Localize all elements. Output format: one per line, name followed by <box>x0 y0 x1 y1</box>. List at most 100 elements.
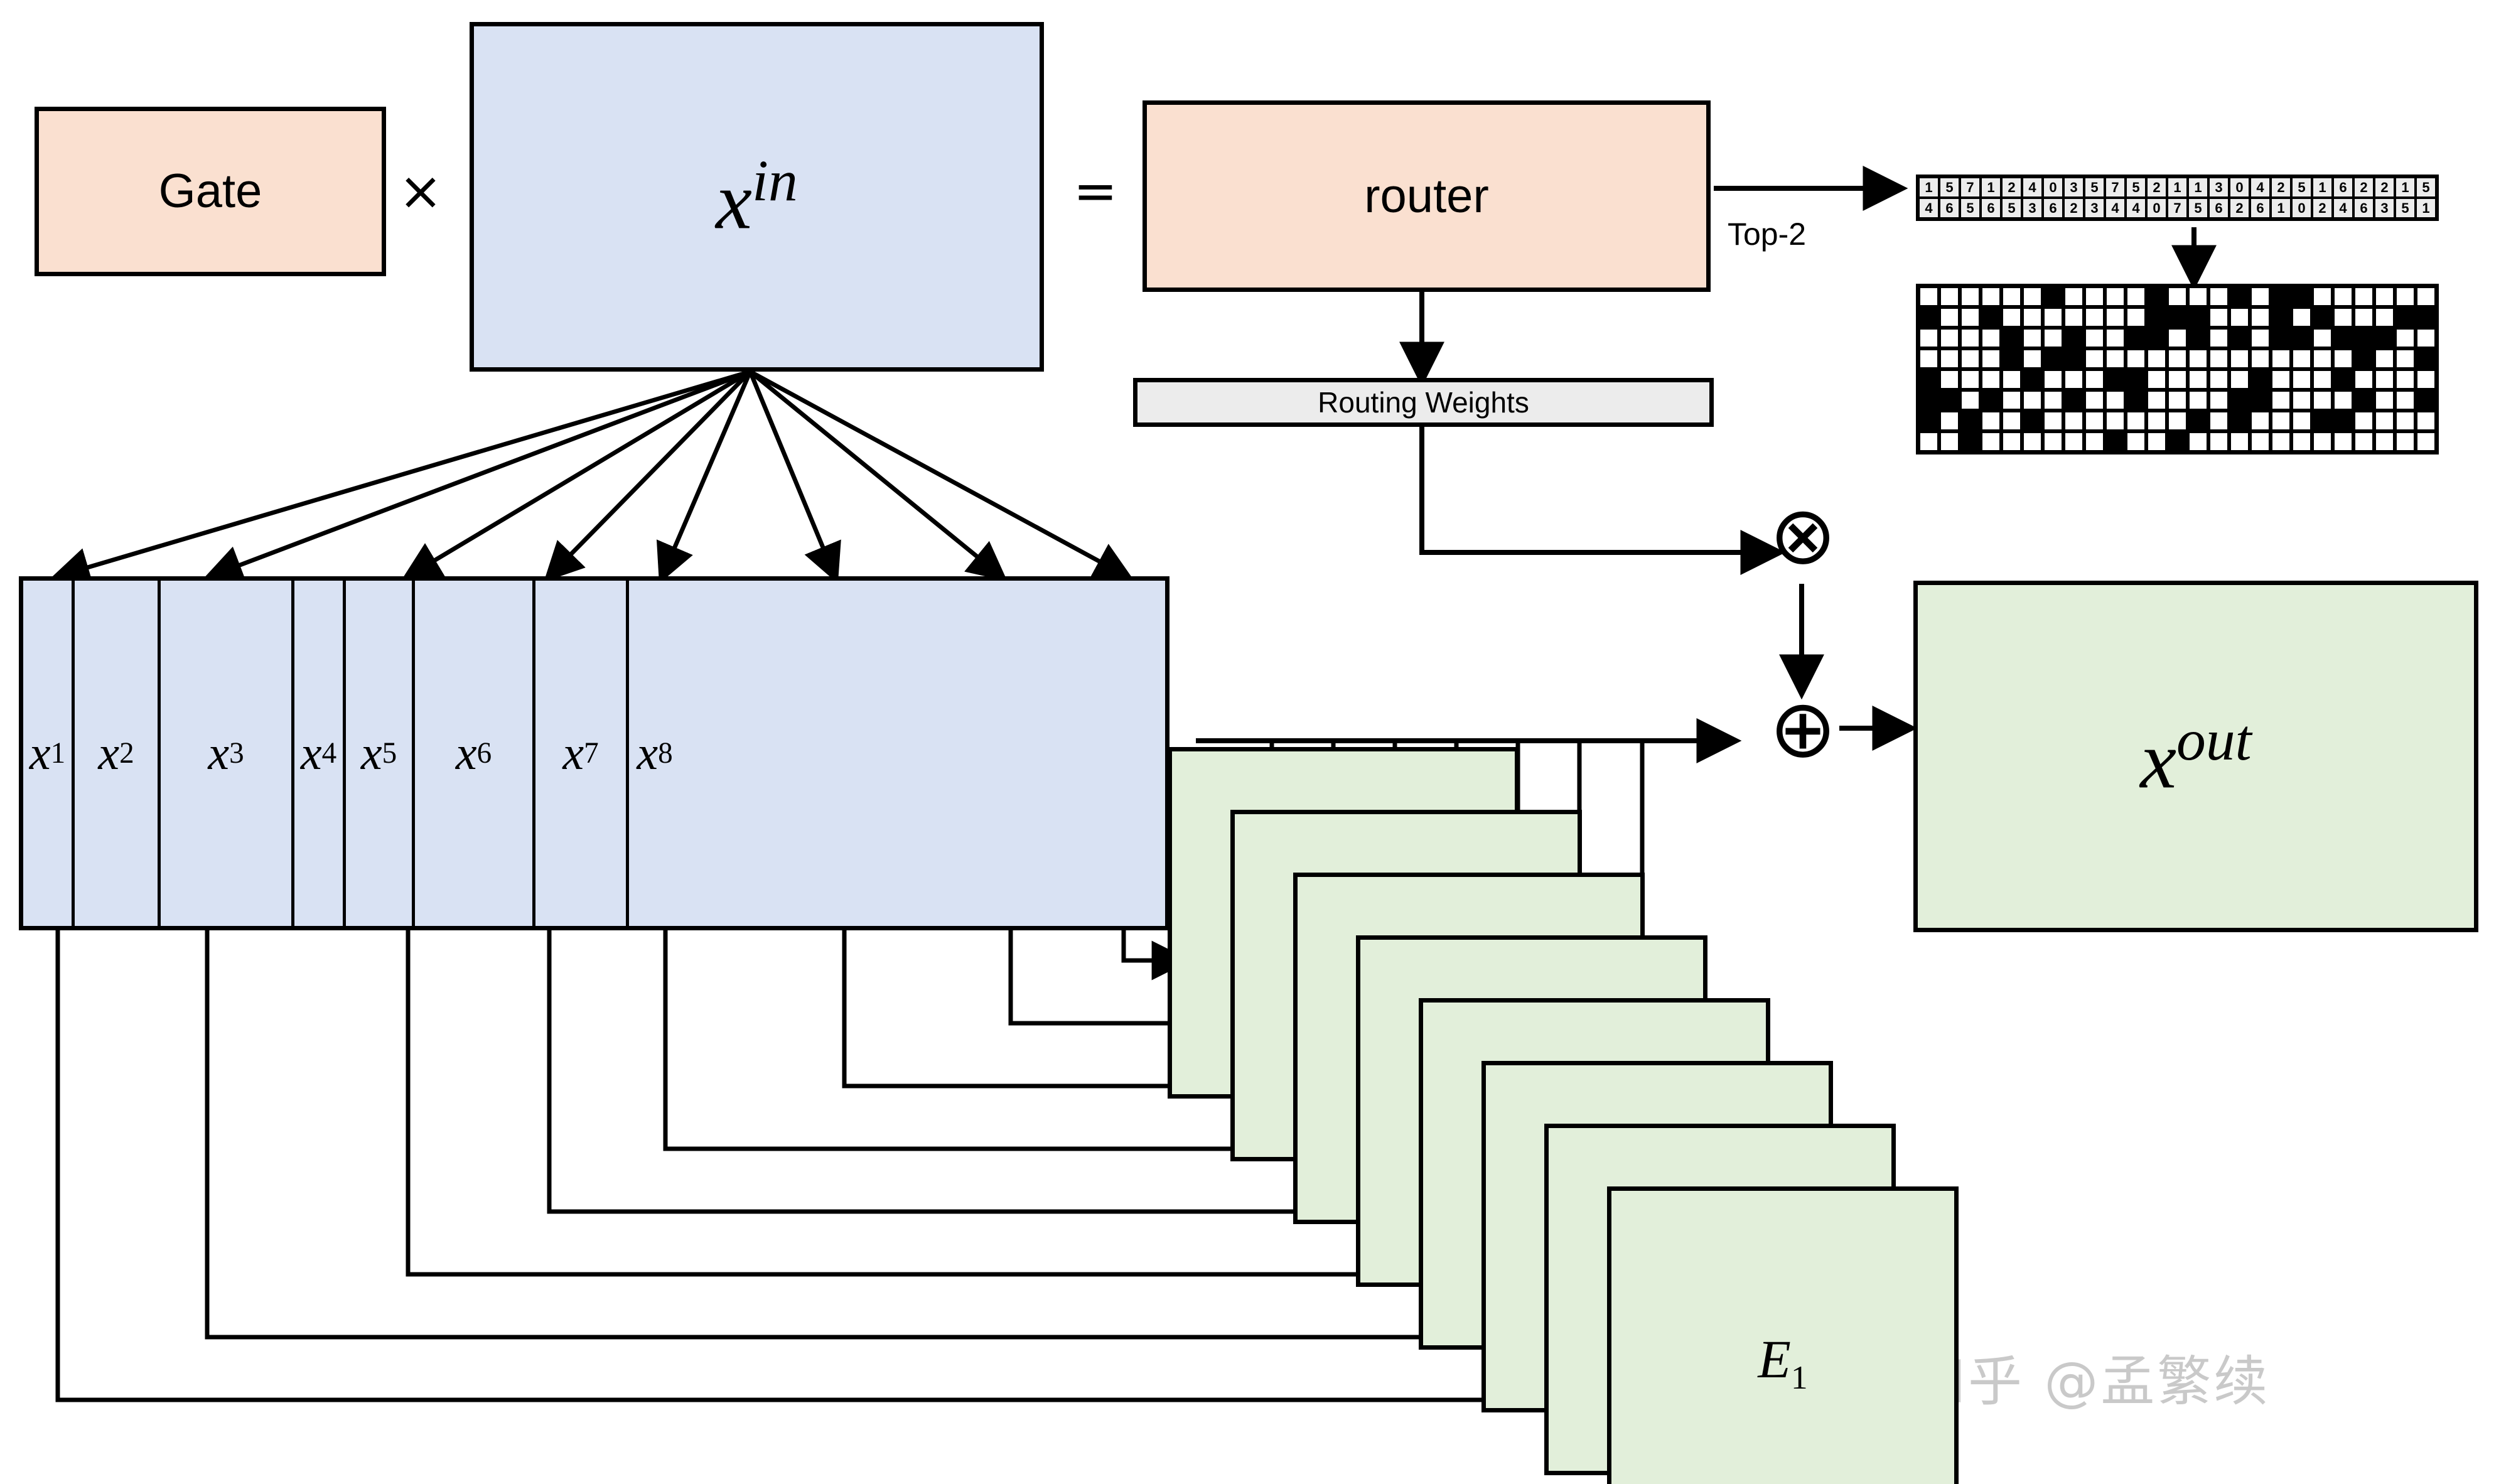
token-index: 2 <box>119 737 134 770</box>
dispatch-mask-cell <box>2271 328 2291 348</box>
gate-box[interactable]: Gate <box>35 107 386 276</box>
dispatch-mask-cell <box>2353 390 2374 411</box>
dispatch-mask-cell <box>2001 328 2022 348</box>
dispatch-mask-cell <box>2229 431 2250 452</box>
dispatch-mask-cell <box>2105 328 2126 348</box>
expert-index-cell: 6 <box>1939 198 1960 218</box>
routing-weights-box[interactable]: Routing Weights <box>1133 378 1714 427</box>
token-cell-3[interactable]: x3 <box>161 581 294 926</box>
dispatch-mask-cell <box>2188 390 2208 411</box>
expert-index-cell: 4 <box>2250 177 2271 198</box>
dispatch-mask-cell <box>2084 307 2105 328</box>
token-cell-1[interactable]: x1 <box>23 581 75 926</box>
dispatch-mask-cell <box>1960 411 1981 431</box>
token-strip: x1x2x3x4x5x6x7x8 <box>19 576 1169 930</box>
dispatch-mask-matrix <box>1916 284 2439 454</box>
oplus-operator: ⊕ <box>1769 682 1837 776</box>
top-k-label: Top-2 <box>1728 217 1807 252</box>
dispatch-mask-row <box>1918 328 2436 348</box>
expert-index-cell: 2 <box>2146 177 2167 198</box>
token-label: x <box>98 726 120 780</box>
router-box[interactable]: router <box>1143 100 1711 292</box>
token-cell-4[interactable]: x4 <box>294 581 346 926</box>
dispatch-mask-cell <box>2416 307 2436 328</box>
dispatch-mask-cell <box>2374 328 2395 348</box>
dispatch-mask-cell <box>2374 307 2395 328</box>
token-index: 1 <box>50 737 66 770</box>
dispatch-mask-cell <box>1960 431 1981 452</box>
dispatch-mask-cell <box>2333 431 2353 452</box>
dispatch-mask-cell <box>2105 431 2126 452</box>
dispatch-mask-cell <box>2126 348 2146 369</box>
router-label: router <box>1364 169 1489 223</box>
dispatch-mask-cell <box>2146 307 2167 328</box>
dispatch-mask-cell <box>2146 390 2167 411</box>
token-index: 3 <box>229 737 244 770</box>
expert-front[interactable]: E1 <box>1607 1186 1959 1484</box>
dispatch-mask-cell <box>2188 348 2208 369</box>
dispatch-mask-cell <box>2416 328 2436 348</box>
dispatch-mask-cell <box>1960 369 1981 390</box>
dispatch-mask-cell <box>2353 286 2374 307</box>
expert-index-cell: 1 <box>1918 177 1939 198</box>
output-tensor-box[interactable]: xout <box>1913 581 2478 932</box>
dispatch-mask-cell <box>2416 348 2436 369</box>
dispatch-mask-cell <box>2312 411 2333 431</box>
dispatch-mask-cell <box>2291 431 2312 452</box>
dispatch-mask-cell <box>1918 307 1939 328</box>
dispatch-mask-cell <box>2353 431 2374 452</box>
dispatch-mask-cell <box>2146 411 2167 431</box>
expert-index-cell: 3 <box>2374 198 2395 218</box>
dispatch-mask-cell <box>2146 369 2167 390</box>
dispatch-mask-cell <box>2271 411 2291 431</box>
dispatch-mask-cell <box>2271 348 2291 369</box>
expert-index-cell: 2 <box>2312 198 2333 218</box>
gate-label: Gate <box>158 164 262 218</box>
dispatch-mask-cell <box>2312 431 2333 452</box>
input-tensor-box[interactable]: xin <box>470 22 1044 372</box>
token-cell-2[interactable]: x2 <box>75 581 161 926</box>
dispatch-mask-cell <box>2291 328 2312 348</box>
dispatch-mask-cell <box>2188 286 2208 307</box>
dispatch-mask-cell <box>2043 348 2063 369</box>
dispatch-mask-cell <box>2250 307 2271 328</box>
dispatch-mask-cell <box>2395 390 2416 411</box>
expert-index-cell: 1 <box>2416 198 2436 218</box>
dispatch-mask-cell <box>2250 328 2271 348</box>
dispatch-mask-cell <box>2105 390 2126 411</box>
watermark: 知乎 @孟繁续 <box>1911 1350 2271 1413</box>
dispatch-mask-cell <box>2353 348 2374 369</box>
dispatch-mask-cell <box>2001 307 2022 328</box>
dispatch-mask-cell <box>2395 328 2416 348</box>
input-tensor-label: xin <box>716 148 798 247</box>
token-cell-7[interactable]: x7 <box>535 581 629 926</box>
expert-index-cell: 5 <box>1939 177 1960 198</box>
dispatch-mask-cell <box>2063 307 2084 328</box>
dispatch-mask-cell <box>2022 328 2043 348</box>
token-cell-5[interactable]: x5 <box>346 581 415 926</box>
dispatch-mask-cell <box>2001 369 2022 390</box>
dispatch-mask-cell <box>2043 431 2063 452</box>
dispatch-mask-cell <box>2105 348 2126 369</box>
dispatch-mask-cell <box>2229 328 2250 348</box>
dispatch-mask-cell <box>2084 390 2105 411</box>
expert-index-row: 4656536234407562610246351 <box>1918 198 2436 218</box>
expert-index-cell: 5 <box>2188 198 2208 218</box>
dispatch-mask-cell <box>2333 328 2353 348</box>
dispatch-mask-cell <box>1981 286 2001 307</box>
dispatch-mask-cell <box>2167 431 2188 452</box>
dispatch-mask-cell <box>2333 286 2353 307</box>
dispatch-mask-row <box>1918 390 2436 411</box>
dispatch-mask-cell <box>2063 411 2084 431</box>
dispatch-mask-cell <box>2333 390 2353 411</box>
expert-index-cell: 5 <box>2084 177 2105 198</box>
dispatch-mask-cell <box>1960 286 1981 307</box>
token-cell-8[interactable]: x8 <box>629 581 680 926</box>
dispatch-mask-cell <box>2374 286 2395 307</box>
dispatch-mask-cell <box>2312 369 2333 390</box>
dispatch-mask-cell <box>1939 307 1960 328</box>
token-cell-6[interactable]: x6 <box>415 581 535 926</box>
expert-index-cell: 6 <box>2353 198 2374 218</box>
token-label: x <box>637 726 659 780</box>
expert-index-cell: 1 <box>2312 177 2333 198</box>
